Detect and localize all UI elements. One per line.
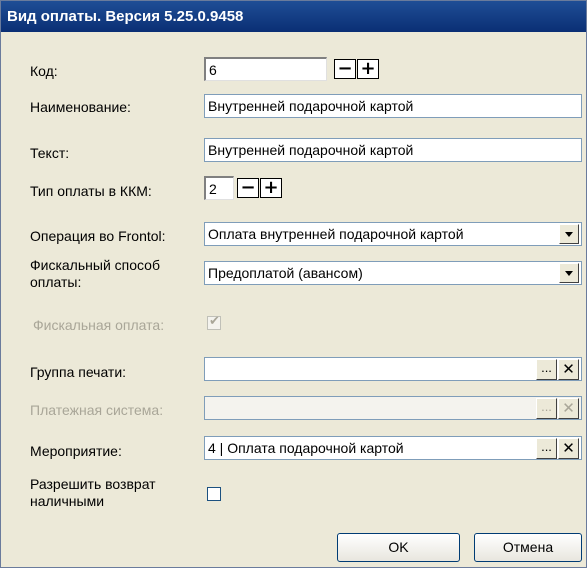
fiscal-method-dropdown-button[interactable] [559,263,579,283]
checkmark-icon: ✔ [209,314,220,329]
fiscal-payment-checkbox[interactable]: ✔ [207,314,221,330]
name-label: Наименование: [30,99,131,115]
ok-button[interactable]: OK [337,533,460,562]
text-label: Текст: [30,145,70,161]
event-label: Мероприятие: [30,443,122,459]
cancel-button[interactable]: Отмена [474,533,582,562]
window-title: Вид оплаты. Версия 5.25.0.9458 [1,1,586,32]
event-field[interactable]: 4 | Оплата подарочной картой [204,436,582,460]
payment-system-browse-button: ... [536,398,557,419]
code-label: Код: [30,63,58,79]
kkm-type-label: Тип оплаты в ККМ: [30,183,152,199]
payment-system-label: Платежная система: [30,402,164,418]
fiscal-method-label-line1: Фискальный способ [30,257,160,273]
fiscal-payment-label: Фискальная оплата: [33,317,165,333]
print-group-clear-icon[interactable]: ✕ [558,359,579,380]
payment-system-field [204,396,582,420]
payment-type-dialog: Вид оплаты. Версия 5.25.0.9458 Код: 6 − … [0,0,587,568]
code-increment-button[interactable]: + [357,59,379,79]
kkm-type-field[interactable]: 2 [204,176,234,200]
event-browse-button[interactable]: ... [536,438,557,459]
cash-return-label-line2: наличными [30,493,105,509]
print-group-label: Группа печати: [30,364,127,380]
operation-select[interactable]: Оплата внутренней подарочной картой [204,222,582,246]
code-decrement-button[interactable]: − [334,59,356,79]
cash-return-label-line1: Разрешить возврат [30,476,156,492]
print-group-browse-button[interactable]: ... [536,359,557,380]
operation-label: Операция во Frontol: [30,228,166,244]
code-field[interactable]: 6 [204,57,327,81]
name-field[interactable]: Внутренней подарочной картой [204,94,582,118]
print-group-field[interactable] [204,357,582,381]
fiscal-method-label-line2: оплаты: [30,274,82,290]
kkm-type-increment-button[interactable]: + [260,178,282,198]
cash-return-checkbox[interactable] [207,487,221,501]
event-clear-icon[interactable]: ✕ [558,438,579,459]
fiscal-method-select[interactable]: Предоплатой (авансом) [204,261,582,285]
kkm-type-decrement-button[interactable]: − [237,178,259,198]
text-field[interactable]: Внутренней подарочной картой [204,138,582,162]
payment-system-clear-icon: ✕ [558,398,579,419]
operation-dropdown-button[interactable] [559,224,579,244]
